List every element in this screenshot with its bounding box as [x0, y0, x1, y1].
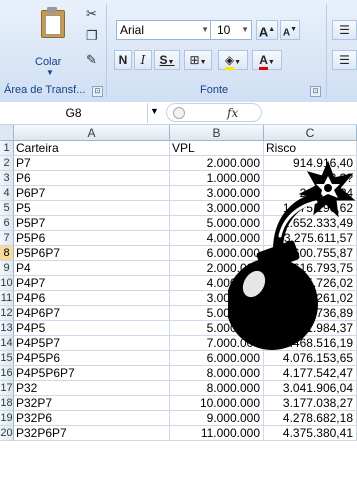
- cell-a[interactable]: P4: [14, 261, 170, 276]
- insert-function-icon[interactable]: fx: [227, 104, 238, 122]
- font-size-select[interactable]: 10 ▼: [210, 20, 252, 40]
- group-divider: [326, 4, 327, 98]
- chevron-down-icon: ▼: [201, 25, 209, 34]
- row-header[interactable]: 20: [0, 426, 14, 441]
- cell-a[interactable]: P4P5P6P7: [14, 366, 170, 381]
- circle-icon: [173, 107, 185, 119]
- font-name-select[interactable]: Arial ▼: [116, 20, 212, 40]
- row-header[interactable]: 17: [0, 381, 14, 396]
- table-row: 20 P32P6P7 11.000.000 4.375.380,41: [0, 426, 357, 441]
- clipboard-launcher-icon[interactable]: ⊡: [92, 86, 103, 97]
- cell-c[interactable]: 4.375.380,41: [264, 426, 357, 441]
- align-left-button[interactable]: ☰: [332, 50, 357, 70]
- column-header-b[interactable]: B: [170, 125, 264, 141]
- font-name-value: Arial: [120, 23, 145, 37]
- ribbon: ✂ ❐ ✎ Colar ▼ Área de Transf... ⊡ Arial …: [0, 0, 357, 103]
- shrink-font-button[interactable]: A▼: [280, 20, 300, 40]
- cell-a[interactable]: P4P7: [14, 276, 170, 291]
- row-header[interactable]: 12: [0, 306, 14, 321]
- paste-dropdown-icon[interactable]: ▼: [46, 68, 54, 77]
- cell-c[interactable]: 4.177.542,47: [264, 366, 357, 381]
- row-header[interactable]: 2: [0, 156, 14, 171]
- cell-a[interactable]: P4P5P7: [14, 336, 170, 351]
- underline-button[interactable]: S▼: [154, 50, 180, 70]
- align-lines-icon: ☰: [339, 53, 350, 67]
- cell-a[interactable]: P5: [14, 201, 170, 216]
- row-header[interactable]: 16: [0, 366, 14, 381]
- cut-icon[interactable]: ✂: [86, 6, 97, 22]
- row-header[interactable]: 18: [0, 396, 14, 411]
- cell-a[interactable]: P7: [14, 156, 170, 171]
- chevron-down-icon: ▼: [241, 25, 249, 34]
- italic-button[interactable]: I: [134, 50, 152, 70]
- formula-bar: G8 ▼ fx: [0, 102, 357, 125]
- chevron-down-icon[interactable]: ▼: [150, 106, 159, 116]
- row-header[interactable]: 5: [0, 201, 14, 216]
- table-row: 19 P32P6 9.000.000 4.278.682,18: [0, 411, 357, 426]
- cell-a[interactable]: P5P7: [14, 216, 170, 231]
- align-top-button[interactable]: ☰: [332, 20, 357, 40]
- cell-a[interactable]: P32P6P7: [14, 426, 170, 441]
- row-header[interactable]: 11: [0, 291, 14, 306]
- cell-a[interactable]: P4P6P7: [14, 306, 170, 321]
- cell-a[interactable]: Carteira: [14, 141, 170, 156]
- fill-color-button[interactable]: ◈▼: [218, 50, 248, 70]
- row-header[interactable]: 14: [0, 336, 14, 351]
- font-launcher-icon[interactable]: ⊡: [310, 86, 321, 97]
- row-header[interactable]: 7: [0, 231, 14, 246]
- cell-c[interactable]: 4.278.682,18: [264, 411, 357, 426]
- format-painter-icon[interactable]: ✎: [86, 52, 97, 68]
- table-row: 18 P32P7 10.000.000 3.177.038,27: [0, 396, 357, 411]
- clipboard-group-label: Área de Transf...: [4, 84, 86, 96]
- column-header-a[interactable]: A: [14, 125, 170, 141]
- bold-button[interactable]: N: [114, 50, 132, 70]
- row-header[interactable]: 9: [0, 261, 14, 276]
- row-header[interactable]: 6: [0, 216, 14, 231]
- cell-a[interactable]: P4P5P6: [14, 351, 170, 366]
- column-header-c[interactable]: C: [264, 125, 357, 141]
- borders-button[interactable]: ⊞▼: [184, 50, 212, 70]
- cell-c[interactable]: 3.177.038,27: [264, 396, 357, 411]
- align-lines-icon: ☰: [339, 23, 350, 37]
- row-header[interactable]: 3: [0, 171, 14, 186]
- row-header[interactable]: 10: [0, 276, 14, 291]
- bomb-icon: [228, 160, 356, 350]
- row-header[interactable]: 8: [0, 246, 14, 261]
- cell-a[interactable]: P32P7: [14, 396, 170, 411]
- font-size-value: 10: [217, 23, 231, 37]
- paint-bucket-icon: ◈: [224, 53, 235, 70]
- select-all-corner[interactable]: [0, 125, 14, 141]
- row-header[interactable]: 1: [0, 141, 14, 156]
- copy-icon[interactable]: ❐: [86, 28, 98, 44]
- cell-b[interactable]: 10.000.000: [170, 396, 264, 411]
- cell-a[interactable]: P4P6: [14, 291, 170, 306]
- table-row: 17 P32 8.000.000 3.041.906,04: [0, 381, 357, 396]
- row-header[interactable]: 4: [0, 186, 14, 201]
- cell-a[interactable]: P32P6: [14, 411, 170, 426]
- cell-b[interactable]: 8.000.000: [170, 366, 264, 381]
- cell-a[interactable]: P6: [14, 171, 170, 186]
- paste-button[interactable]: [36, 6, 70, 38]
- table-row: 16 P4P5P6P7 8.000.000 4.177.542,47: [0, 366, 357, 381]
- row-header[interactable]: 13: [0, 321, 14, 336]
- paste-label[interactable]: Colar: [35, 56, 61, 68]
- row-header[interactable]: 19: [0, 411, 14, 426]
- cell-b[interactable]: 9.000.000: [170, 411, 264, 426]
- cell-b[interactable]: 8.000.000: [170, 381, 264, 396]
- cell-c[interactable]: 3.041.906,04: [264, 381, 357, 396]
- formula-input[interactable]: fx: [166, 103, 262, 122]
- row-header[interactable]: 15: [0, 351, 14, 366]
- cell-b[interactable]: 11.000.000: [170, 426, 264, 441]
- name-box[interactable]: G8: [0, 103, 148, 123]
- group-divider: [106, 4, 107, 98]
- cell-a[interactable]: P4P5: [14, 321, 170, 336]
- font-color-button[interactable]: A▼: [252, 50, 282, 70]
- grow-font-button[interactable]: A▲: [256, 20, 278, 40]
- font-group-label: Fonte: [200, 84, 229, 96]
- cell-a[interactable]: P5P6: [14, 231, 170, 246]
- cell-a[interactable]: P6P7: [14, 186, 170, 201]
- cell-a[interactable]: P5P6P7: [14, 246, 170, 261]
- cell-a[interactable]: P32: [14, 381, 170, 396]
- borders-icon: ⊞: [189, 53, 200, 67]
